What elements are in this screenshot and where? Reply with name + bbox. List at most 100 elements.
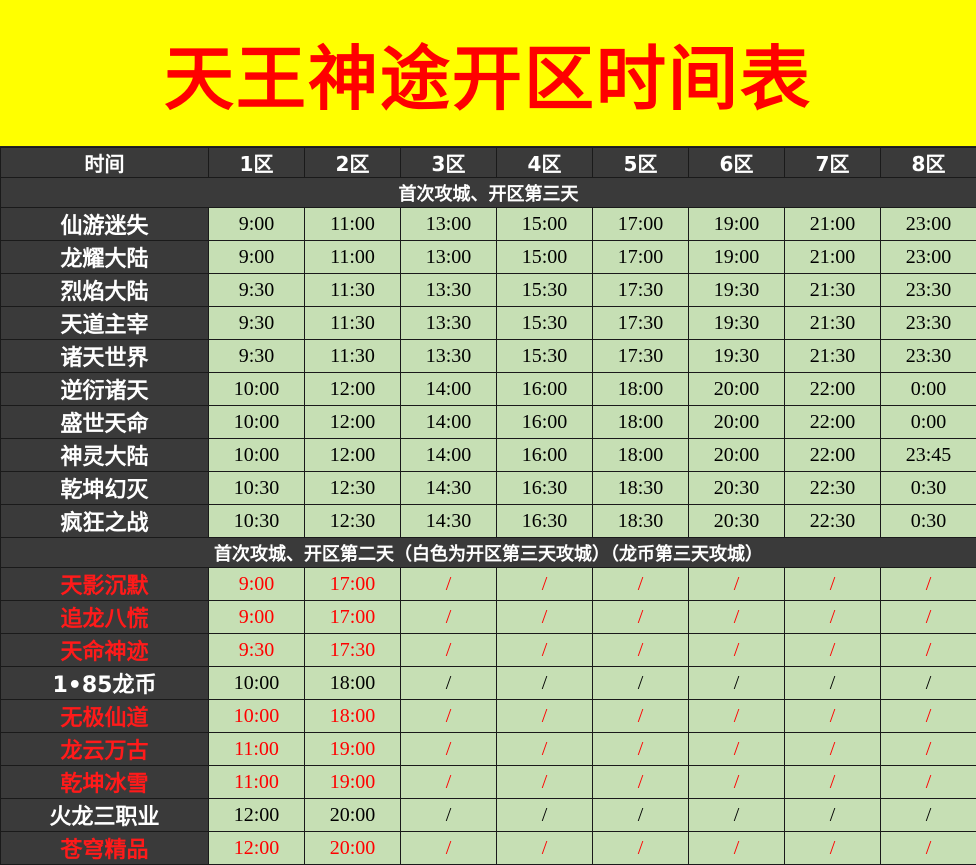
time-cell: / [496,732,593,766]
time-cell: / [400,765,497,799]
time-cell: 17:30 [304,633,401,667]
server-name: 龙云万古 [0,732,209,766]
server-name: 盛世天命 [0,405,209,439]
time-cell: 10:00 [208,666,305,700]
time-cell: 21:00 [784,207,881,241]
time-cell: 18:00 [592,372,689,406]
time-cell: 18:00 [304,699,401,733]
header-cell: 8区 [880,147,976,178]
time-cell: 17:00 [592,240,689,274]
time-cell: / [400,699,497,733]
time-cell: 18:30 [592,471,689,505]
time-cell: 11:30 [304,339,401,373]
time-cell: / [784,831,881,865]
time-cell: 0:30 [880,504,976,538]
time-cell: / [784,765,881,799]
time-cell: 12:30 [304,504,401,538]
table-row: 烈焰大陆 9:30 11:30 13:30 15:30 17:30 19:30 21:30 23… [0,273,976,307]
server-name: 仙游迷失 [0,207,209,241]
time-cell: / [688,732,785,766]
time-cell: 16:30 [496,504,593,538]
server-name: 逆衍诸天 [0,372,209,406]
time-cell: 13:30 [400,339,497,373]
time-cell: / [400,633,497,667]
time-cell: 20:00 [304,831,401,865]
time-cell: 10:00 [208,438,305,472]
time-cell: / [784,666,881,700]
time-cell: 15:30 [496,306,593,340]
time-cell: / [880,567,976,601]
time-cell: / [880,831,976,865]
server-name: 诸天世界 [0,339,209,373]
time-cell: / [688,567,785,601]
time-cell: 11:00 [208,732,305,766]
time-cell: 17:30 [592,273,689,307]
time-cell: / [592,633,689,667]
time-cell: 10:00 [208,699,305,733]
time-cell: 18:00 [304,666,401,700]
time-cell: 10:00 [208,405,305,439]
time-cell: 11:00 [304,240,401,274]
time-cell: 15:00 [496,207,593,241]
time-cell: 9:00 [208,240,305,274]
time-cell: / [592,765,689,799]
time-cell: / [592,798,689,832]
time-cell: 23:00 [880,207,976,241]
time-cell: / [880,798,976,832]
time-cell: 17:00 [304,567,401,601]
time-cell: 11:30 [304,273,401,307]
header-cell: 4区 [496,147,593,178]
time-cell: 19:00 [304,765,401,799]
time-cell: 14:00 [400,438,497,472]
time-cell: / [496,666,593,700]
table-row: 无极仙道 10:00 18:00// / / / / [0,699,976,733]
table-row: 天影沉默 9:00 17:00// / / / / [0,567,976,601]
time-cell: / [496,633,593,667]
time-cell: 21:30 [784,273,881,307]
table-row: 逆衍诸天 10:00 12:00 14:00 16:00 18:00 20:00 22:00 0… [0,372,976,406]
time-cell: 22:00 [784,372,881,406]
time-cell: 10:00 [208,372,305,406]
time-cell: / [880,699,976,733]
time-cell: 17:00 [592,207,689,241]
table-row: 仙游迷失 9:00 11:00 13:00 15:00 17:00 19:00 21:00 23… [0,207,976,241]
table-row: 龙耀大陆 9:00 11:00 13:00 15:00 17:00 19:00 21:00 23… [0,240,976,274]
time-cell: / [400,831,497,865]
time-cell: 23:45 [880,438,976,472]
time-cell: 12:00 [304,405,401,439]
time-cell: 18:00 [592,438,689,472]
time-cell: / [784,699,881,733]
time-cell: 0:00 [880,405,976,439]
time-cell: / [688,798,785,832]
time-cell: 12:30 [304,471,401,505]
server-name: 神灵大陆 [0,438,209,472]
time-cell: / [592,699,689,733]
header-cell: 5区 [592,147,689,178]
time-cell: / [496,600,593,634]
server-name: 疯狂之战 [0,504,209,538]
section-row: 首次攻城、开区第二天（白色为开区第三天攻城）（龙币第三天攻城） [0,537,976,568]
time-cell: 12:00 [304,372,401,406]
time-cell: 9:30 [208,633,305,667]
server-name: 烈焰大陆 [0,273,209,307]
time-cell: / [592,567,689,601]
time-cell: 14:00 [400,405,497,439]
table-row: 龙云万古 11:00 19:00// / / / / [0,732,976,766]
time-cell: 23:30 [880,339,976,373]
time-cell: 22:30 [784,471,881,505]
time-cell: 9:00 [208,600,305,634]
time-cell: / [784,798,881,832]
time-cell: / [880,765,976,799]
header-row: 时间 1区 2区 3区 4区 5区 6区 7区 8区 [0,147,976,178]
title-banner: 天王神途开区时间表 [0,0,976,147]
time-cell: / [496,831,593,865]
server-name: 天道主宰 [0,306,209,340]
time-cell: 20:00 [688,372,785,406]
table-row: 1•85龙币 10:00 18:00// / / / / [0,666,976,700]
time-cell: 19:30 [688,339,785,373]
time-cell: / [400,567,497,601]
time-cell: / [688,831,785,865]
time-cell: / [400,600,497,634]
time-cell: 15:30 [496,339,593,373]
server-name: 天命神迹 [0,633,209,667]
